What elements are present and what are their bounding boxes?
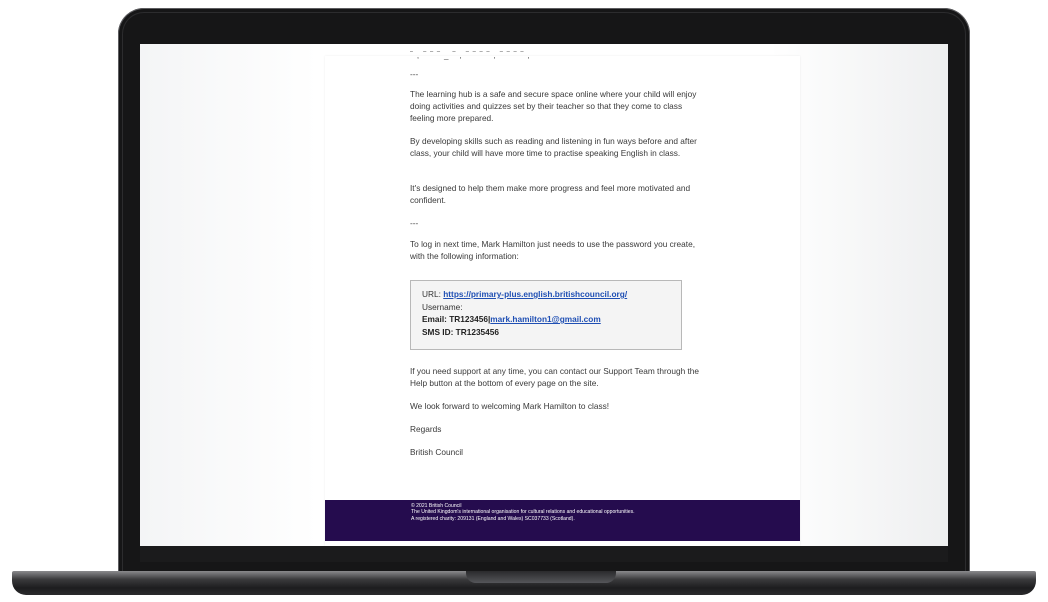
separator: --- [410, 69, 419, 79]
laptop-screen: ‾ , ‾ ‾ ‾ _ ‾ , ‾ ‾ ‾ ‾ , ‾ ‾ ‾ ‾ , --- … [140, 44, 948, 546]
sms-label: SMS ID: [422, 326, 456, 337]
paragraph-learning-hub: The learning hub is a safe and secure sp… [410, 89, 697, 123]
footer-line-2: A registered charity: 209131 (England an… [411, 515, 575, 522]
username-label: Username: [422, 301, 463, 312]
regards-text: Regards [410, 424, 442, 434]
clipped-text-line: ‾ , ‾ ‾ ‾ _ ‾ , ‾ ‾ ‾ ‾ , ‾ ‾ ‾ ‾ , [410, 51, 531, 60]
url-label: URL: [422, 289, 444, 299]
email-link[interactable]: mark.hamilton1@gmail.com [490, 314, 600, 324]
paragraph-support: If you need support at any time, you can… [410, 366, 700, 388]
url-row: URL: https://primary-plus.english.britis… [422, 288, 681, 301]
paragraph-welcome: We look forward to welcoming Mark Hamilt… [410, 401, 610, 411]
separator: --- [410, 218, 419, 228]
sms-row: SMS ID: TR1235456 [422, 326, 681, 339]
email-label: Email: [422, 314, 450, 324]
paragraph-developing-skills: By developing skills such as reading and… [410, 136, 697, 158]
screen-bottom-bezel [140, 546, 948, 562]
email-document: ‾ , ‾ ‾ ‾ _ ‾ , ‾ ‾ ‾ ‾ , ‾ ‾ ‾ ‾ , --- … [325, 51, 800, 546]
sms-value: TR1235456 [455, 326, 500, 337]
email-row: Email: TR123456|mark.hamilton1@gmail.com [422, 313, 681, 326]
laptop-opening-notch [466, 571, 616, 583]
paragraph-designed-to-help: It's designed to help them make more pro… [410, 183, 691, 205]
url-link[interactable]: https://primary-plus.english.britishcoun… [443, 289, 627, 299]
email-footer: © 2021 British Council The United Kingdo… [325, 500, 800, 541]
paragraph-log-in: To log in next time, Mark Hamilton just … [410, 239, 695, 261]
signature-text: British Council [410, 447, 464, 457]
email-id: TR123456| [449, 314, 491, 324]
login-info-box: URL: https://primary-plus.english.britis… [410, 280, 682, 350]
